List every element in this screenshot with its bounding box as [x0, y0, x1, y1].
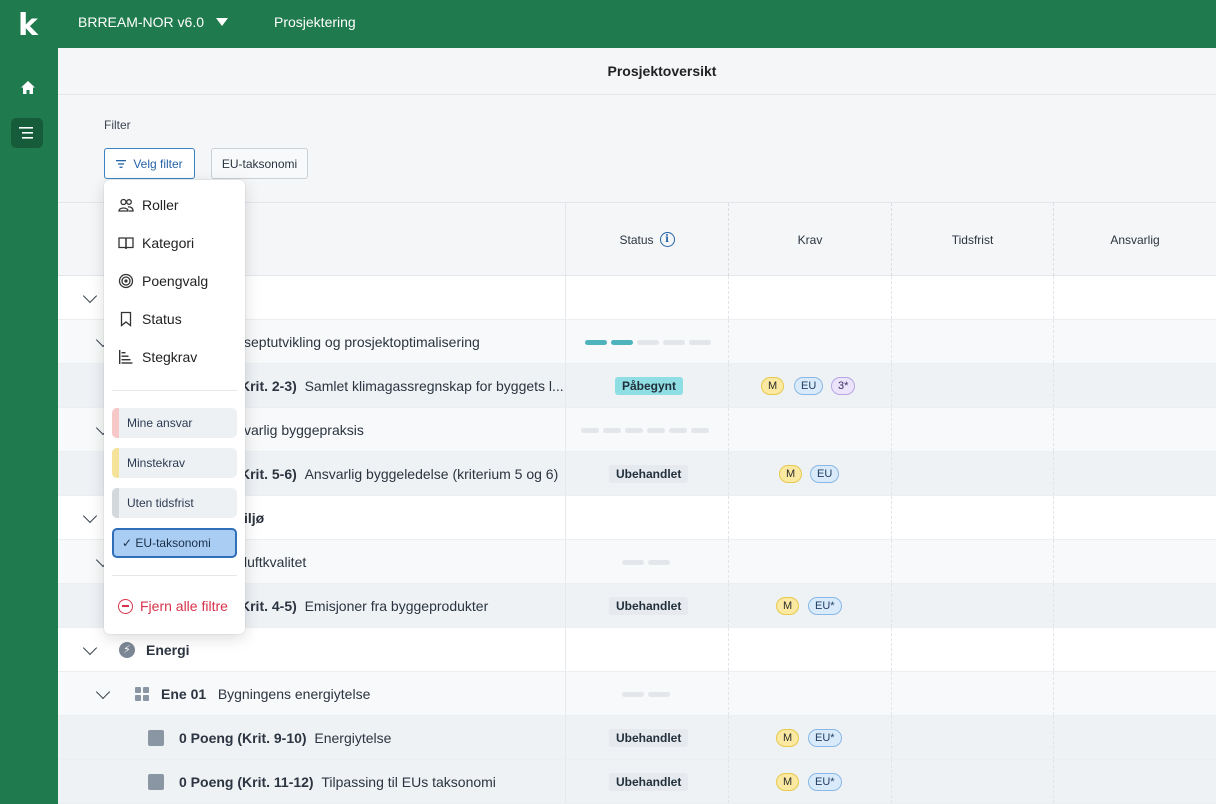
quick-filter-minstekrav[interactable]: Minstekrav	[112, 448, 237, 478]
status-badge: Ubehandlet	[609, 597, 689, 615]
row-title: septutvikling og prosjektoptimalisering	[244, 334, 480, 350]
filter-option-kategori[interactable]: Kategori	[118, 231, 194, 255]
filter-option-status[interactable]: Status	[118, 307, 182, 331]
krav-pill: EU	[810, 465, 840, 483]
table-row[interactable]: 0 Poeng (Krit. 9-10) Energiytelse Ubehan…	[58, 716, 1216, 760]
home-icon	[21, 80, 35, 94]
energy-icon: ⚡	[119, 642, 135, 658]
krav-pill: 3*	[831, 377, 856, 395]
overview-nav-button[interactable]	[11, 118, 43, 148]
progress-indicator	[585, 340, 711, 345]
row-title: Krit. 4-5) Emisjoner fra byggeprodukter	[240, 598, 489, 614]
chevron-down-icon[interactable]	[82, 288, 98, 304]
krav-pill: EU	[794, 377, 824, 395]
minus-circle-icon	[118, 598, 133, 614]
krav-pill: M	[776, 729, 800, 747]
column-ansvarlig: Ansvarlig	[1053, 203, 1216, 276]
filter-option-poengvalg[interactable]: Poengvalg	[118, 269, 208, 293]
krav-pill: M	[761, 377, 785, 395]
table-row[interactable]: 0 Poeng (Krit. 11-12) Tilpassing til EUs…	[58, 760, 1216, 804]
status-badge: Påbegynt	[615, 377, 684, 395]
filter-option-label: Stegkrav	[142, 349, 198, 365]
column-status-label: Status	[619, 232, 654, 247]
table-row[interactable]: Ene 01 Bygningens energiytelse	[58, 672, 1216, 716]
row-title: Krit. 2-3) Samlet klimagassregnskap for …	[240, 378, 564, 394]
remove-all-label: Fjern alle filtre	[140, 598, 228, 614]
quick-filter-eu-taksonomi[interactable]: ✓ EU-taksonomi	[112, 528, 237, 558]
project-name: BRREAM-NOR v6.0	[78, 14, 205, 30]
top-bar: k BRREAM-NOR v6.0 Prosjektering	[0, 0, 1216, 48]
filter-icon	[116, 159, 127, 168]
steps-icon	[119, 350, 133, 364]
chevron-down-icon[interactable]	[82, 508, 98, 524]
divider	[112, 390, 237, 391]
progress-indicator	[622, 560, 670, 565]
select-filter-label: Velg filter	[133, 156, 183, 171]
checkbox-icon[interactable]	[148, 774, 164, 790]
remove-all-filters-button[interactable]: Fjern alle filtre	[118, 598, 228, 614]
row-title: 0 Poeng (Krit. 11-12) Tilpassing til EUs…	[179, 774, 496, 790]
active-filter-chip[interactable]: EU-taksonomi	[211, 148, 308, 179]
filter-option-label: Poengvalg	[142, 273, 209, 289]
check-icon: ✓	[122, 536, 133, 550]
row-title: iljø	[244, 510, 265, 526]
row-title: luftkvalitet	[244, 554, 307, 570]
chevron-down-icon[interactable]	[95, 684, 111, 700]
bookmark-icon	[120, 311, 132, 327]
krav-pill: EU*	[808, 729, 842, 747]
column-status: Status i	[565, 203, 728, 276]
status-badge: Ubehandlet	[609, 729, 689, 747]
krav-pill: M	[776, 597, 800, 615]
project-selector[interactable]: BRREAM-NOR v6.0	[78, 14, 229, 30]
grid-icon	[135, 687, 149, 701]
select-filter-button[interactable]: Velg filter	[104, 148, 195, 179]
filter-option-label: Roller	[142, 197, 179, 213]
page-title: Prosjektoversikt	[58, 48, 1216, 95]
quick-filter-uten-tidsfrist[interactable]: Uten tidsfrist	[112, 488, 237, 518]
app-logo[interactable]: k	[18, 8, 38, 43]
status-badge: Ubehandlet	[609, 773, 689, 791]
caret-down-icon	[216, 18, 229, 26]
filter-dropdown: Roller Kategori Poengvalg Status Stegkra…	[104, 180, 245, 634]
table-row[interactable]: ⚡ Energi	[58, 628, 1216, 672]
row-title: Energi	[146, 642, 190, 658]
filter-option-label: Status	[142, 311, 182, 327]
users-icon	[118, 198, 134, 212]
checkbox-icon[interactable]	[148, 730, 164, 746]
side-nav	[0, 48, 58, 804]
filter-label: Filter	[104, 118, 131, 132]
chevron-down-icon[interactable]	[82, 640, 98, 656]
krav-pill: M	[779, 465, 803, 483]
row-title: Krit. 5-6) Ansvarlig byggeledelse (krite…	[240, 466, 559, 482]
book-icon	[118, 237, 134, 250]
info-icon[interactable]: i	[659, 232, 675, 247]
home-button[interactable]	[15, 74, 41, 100]
progress-indicator	[581, 428, 709, 433]
row-title: 0 Poeng (Krit. 9-10) Energiytelse	[179, 730, 392, 746]
krav-pill: EU*	[808, 773, 842, 791]
target-icon	[118, 273, 134, 289]
filter-option-label: Kategori	[142, 235, 195, 251]
quick-filter-label: EU-taksonomi	[135, 536, 211, 550]
divider	[112, 575, 237, 576]
status-badge: Ubehandlet	[609, 465, 689, 483]
list-icon	[19, 127, 33, 139]
quick-filter-mine-ansvar[interactable]: Mine ansvar	[112, 408, 237, 438]
krav-pill: M	[776, 773, 800, 791]
column-krav: Krav	[728, 203, 891, 276]
filter-option-stegkrav[interactable]: Stegkrav	[118, 345, 197, 369]
filter-option-roller[interactable]: Roller	[118, 193, 179, 217]
row-title: Ene 01 Bygningens energiytelse	[161, 686, 371, 702]
phase-link[interactable]: Prosjektering	[274, 14, 356, 30]
krav-pill: EU*	[808, 597, 842, 615]
column-tidsfrist: Tidsfrist	[891, 203, 1053, 276]
row-title: varlig byggepraksis	[244, 422, 364, 438]
progress-indicator	[622, 692, 670, 697]
